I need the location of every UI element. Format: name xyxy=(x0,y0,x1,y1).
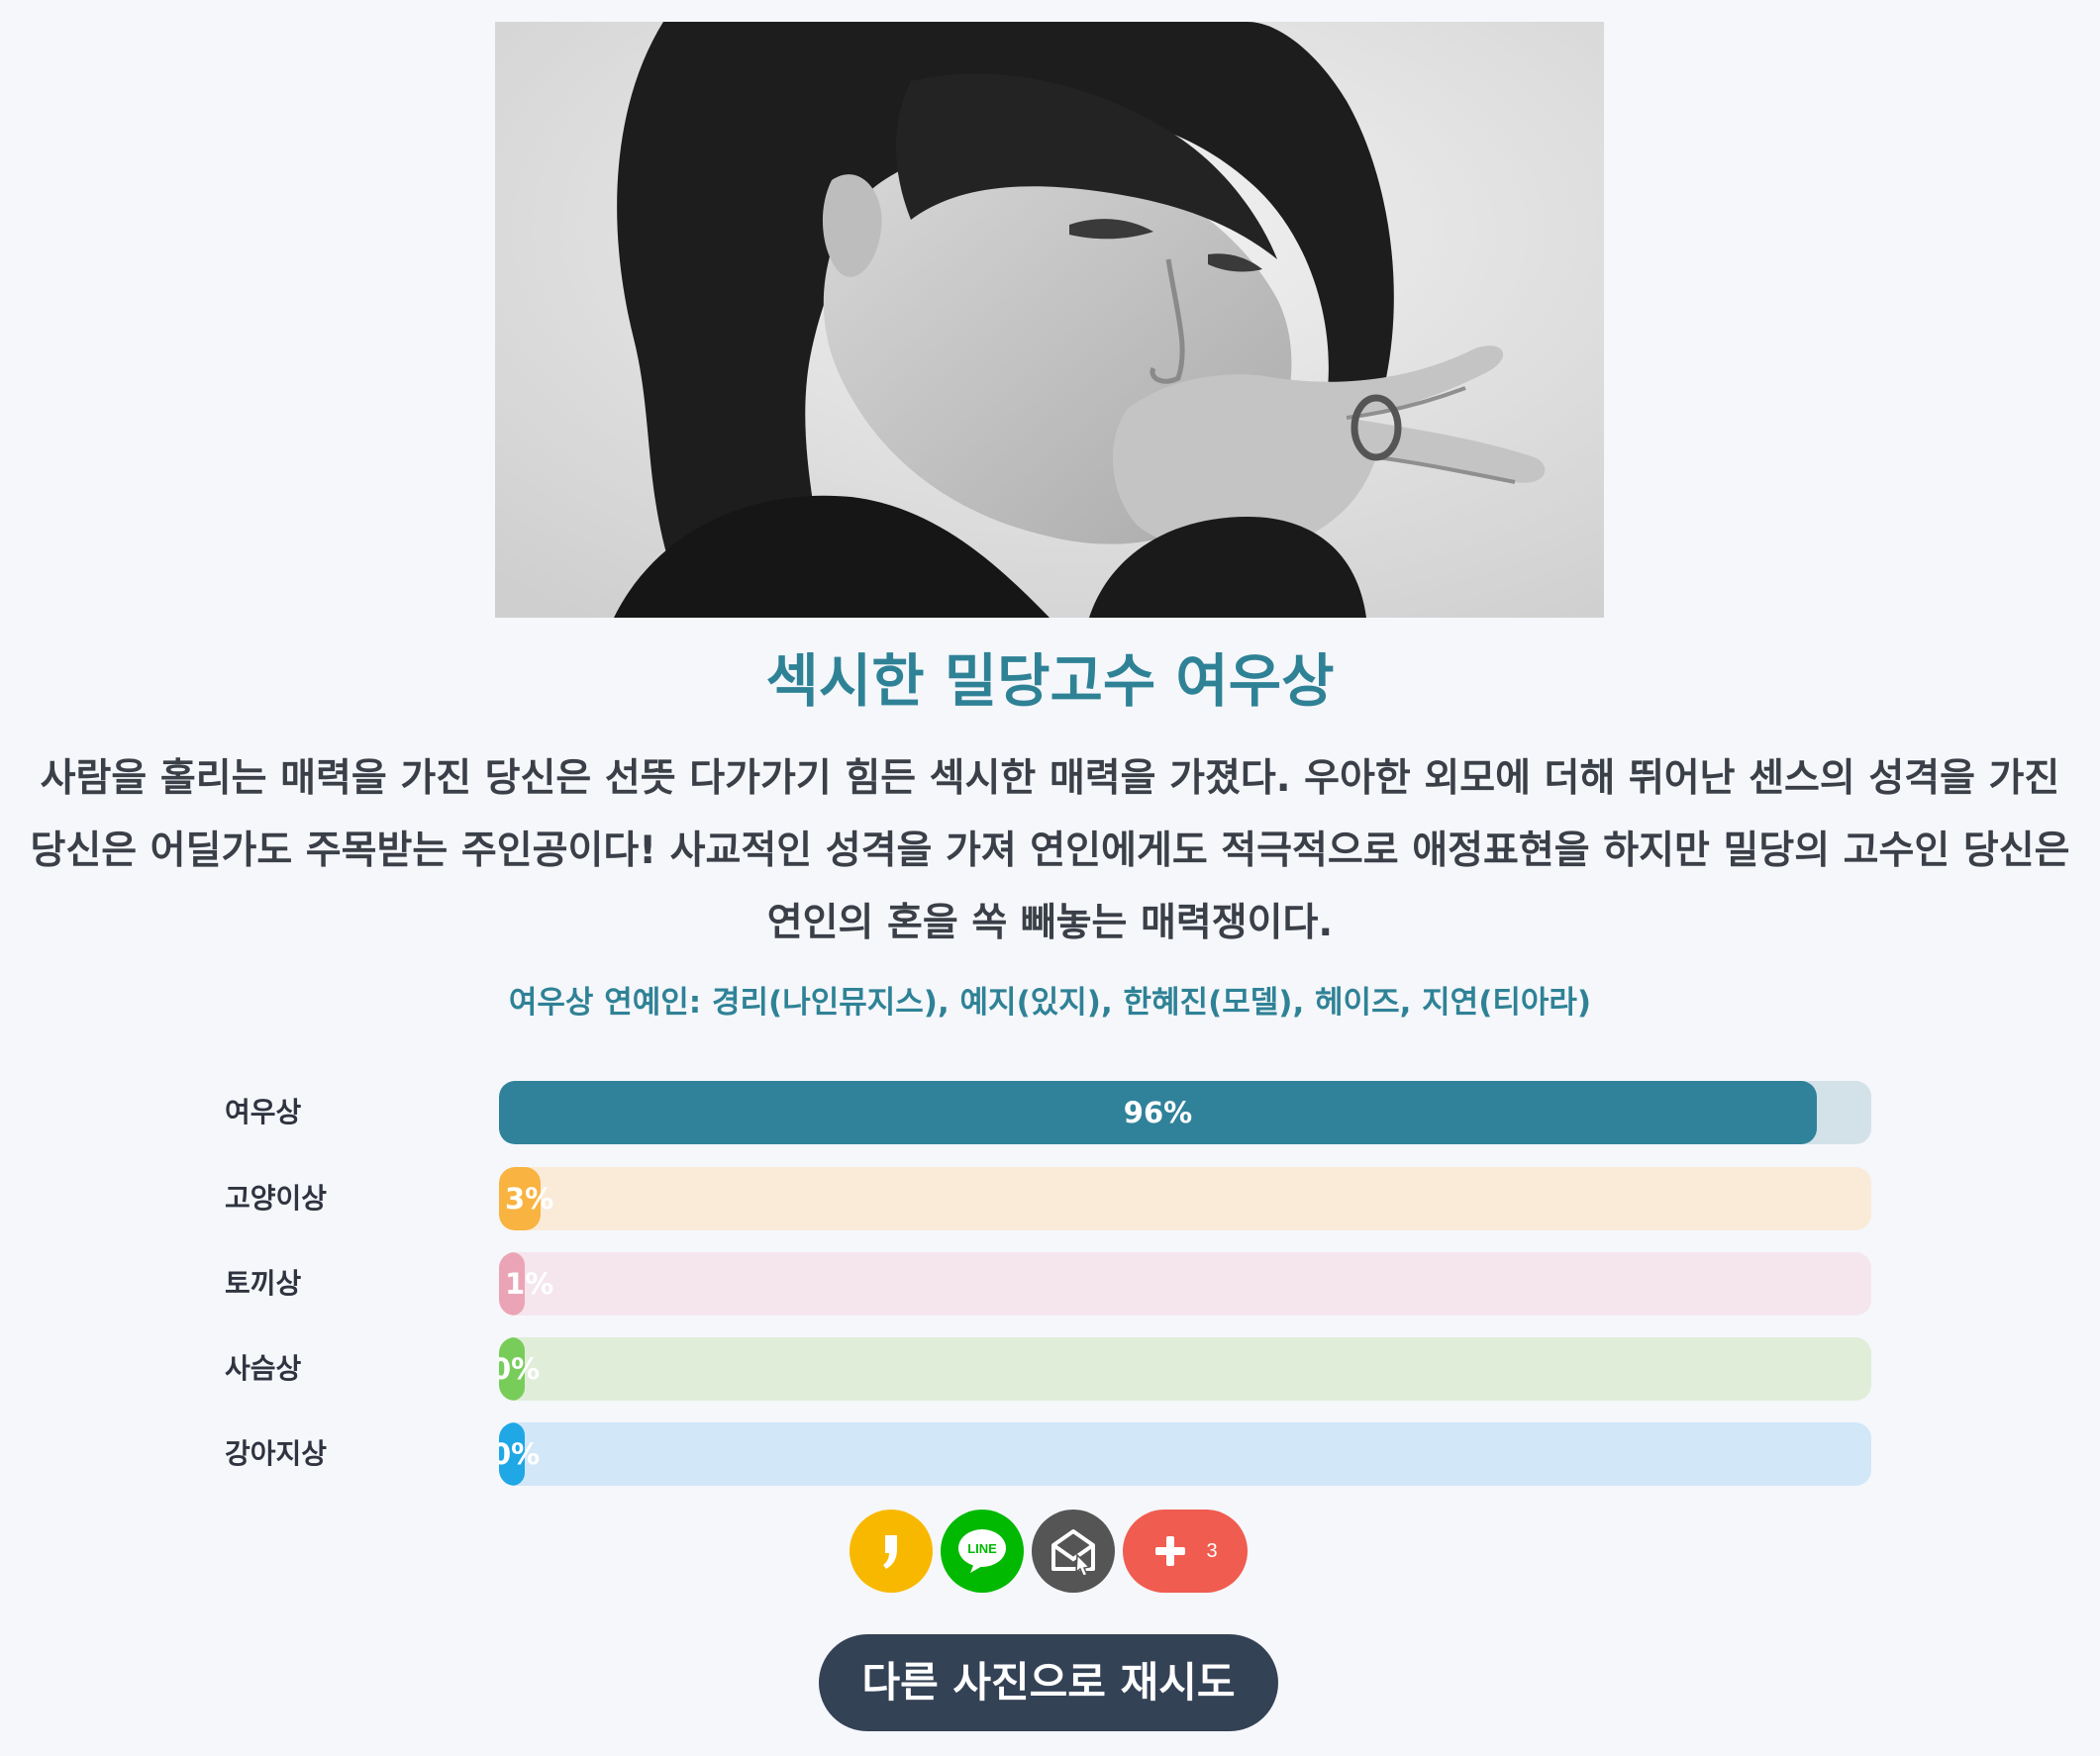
bar-label: 고양이상 xyxy=(225,1182,328,1215)
bar-label: 강아지상 xyxy=(225,1437,328,1470)
bar-track: 0% xyxy=(499,1337,1871,1401)
bar-row-fox: 여우상 96% xyxy=(0,1081,2100,1144)
result-description: 사람을 홀리는 매력을 가진 당신은 선뜻 다가가기 힘든 섹시한 매력을 가졌… xyxy=(30,756,2070,945)
bar-label: 여우상 xyxy=(225,1096,302,1128)
email-icon xyxy=(1051,1529,1095,1577)
bar-percent: 3% xyxy=(505,1182,554,1216)
bar-track: 96% xyxy=(499,1081,1871,1144)
result-title: 섹시한 밀당고수 여우상 xyxy=(765,647,1335,715)
bar-row-rabbit: 토끼상 1% xyxy=(0,1252,2100,1316)
bar-track: 0% xyxy=(499,1422,1871,1486)
bar-track: 1% xyxy=(499,1252,1871,1316)
kakaostory-share-button[interactable] xyxy=(850,1510,933,1593)
bar-row-cat: 고양이상 3% xyxy=(0,1167,2100,1230)
email-share-button[interactable] xyxy=(1032,1510,1115,1593)
bar-label: 사슴상 xyxy=(225,1352,302,1385)
plus-icon xyxy=(1155,1536,1186,1566)
more-share-button[interactable]: 3 xyxy=(1123,1510,1248,1593)
retry-button[interactable]: 다른 사진으로 재시도 xyxy=(819,1634,1278,1731)
bar-row-dog: 강아지상 0% xyxy=(0,1422,2100,1486)
bar-track: 3% xyxy=(499,1167,1871,1230)
kakaostory-icon xyxy=(883,1535,897,1569)
bar-label: 토끼상 xyxy=(225,1267,302,1300)
bar-percent: 0% xyxy=(499,1352,541,1386)
celebrity-list: 여우상 연예인: 경리(나인뮤지스), 예지(있지), 한혜진(모델), 헤이즈… xyxy=(508,985,1592,1021)
bar-row-deer: 사슴상 0% xyxy=(0,1337,2100,1401)
line-icon: LINE xyxy=(958,1529,1006,1573)
line-share-button[interactable]: LINE xyxy=(941,1510,1024,1593)
line-icon-text: LINE xyxy=(967,1541,997,1556)
bar-percent: 96% xyxy=(1123,1096,1193,1129)
bar-percent: 0% xyxy=(499,1437,541,1471)
result-photo xyxy=(495,22,1604,618)
bar-percent: 1% xyxy=(505,1267,554,1301)
share-count: 3 xyxy=(1206,1539,1218,1562)
